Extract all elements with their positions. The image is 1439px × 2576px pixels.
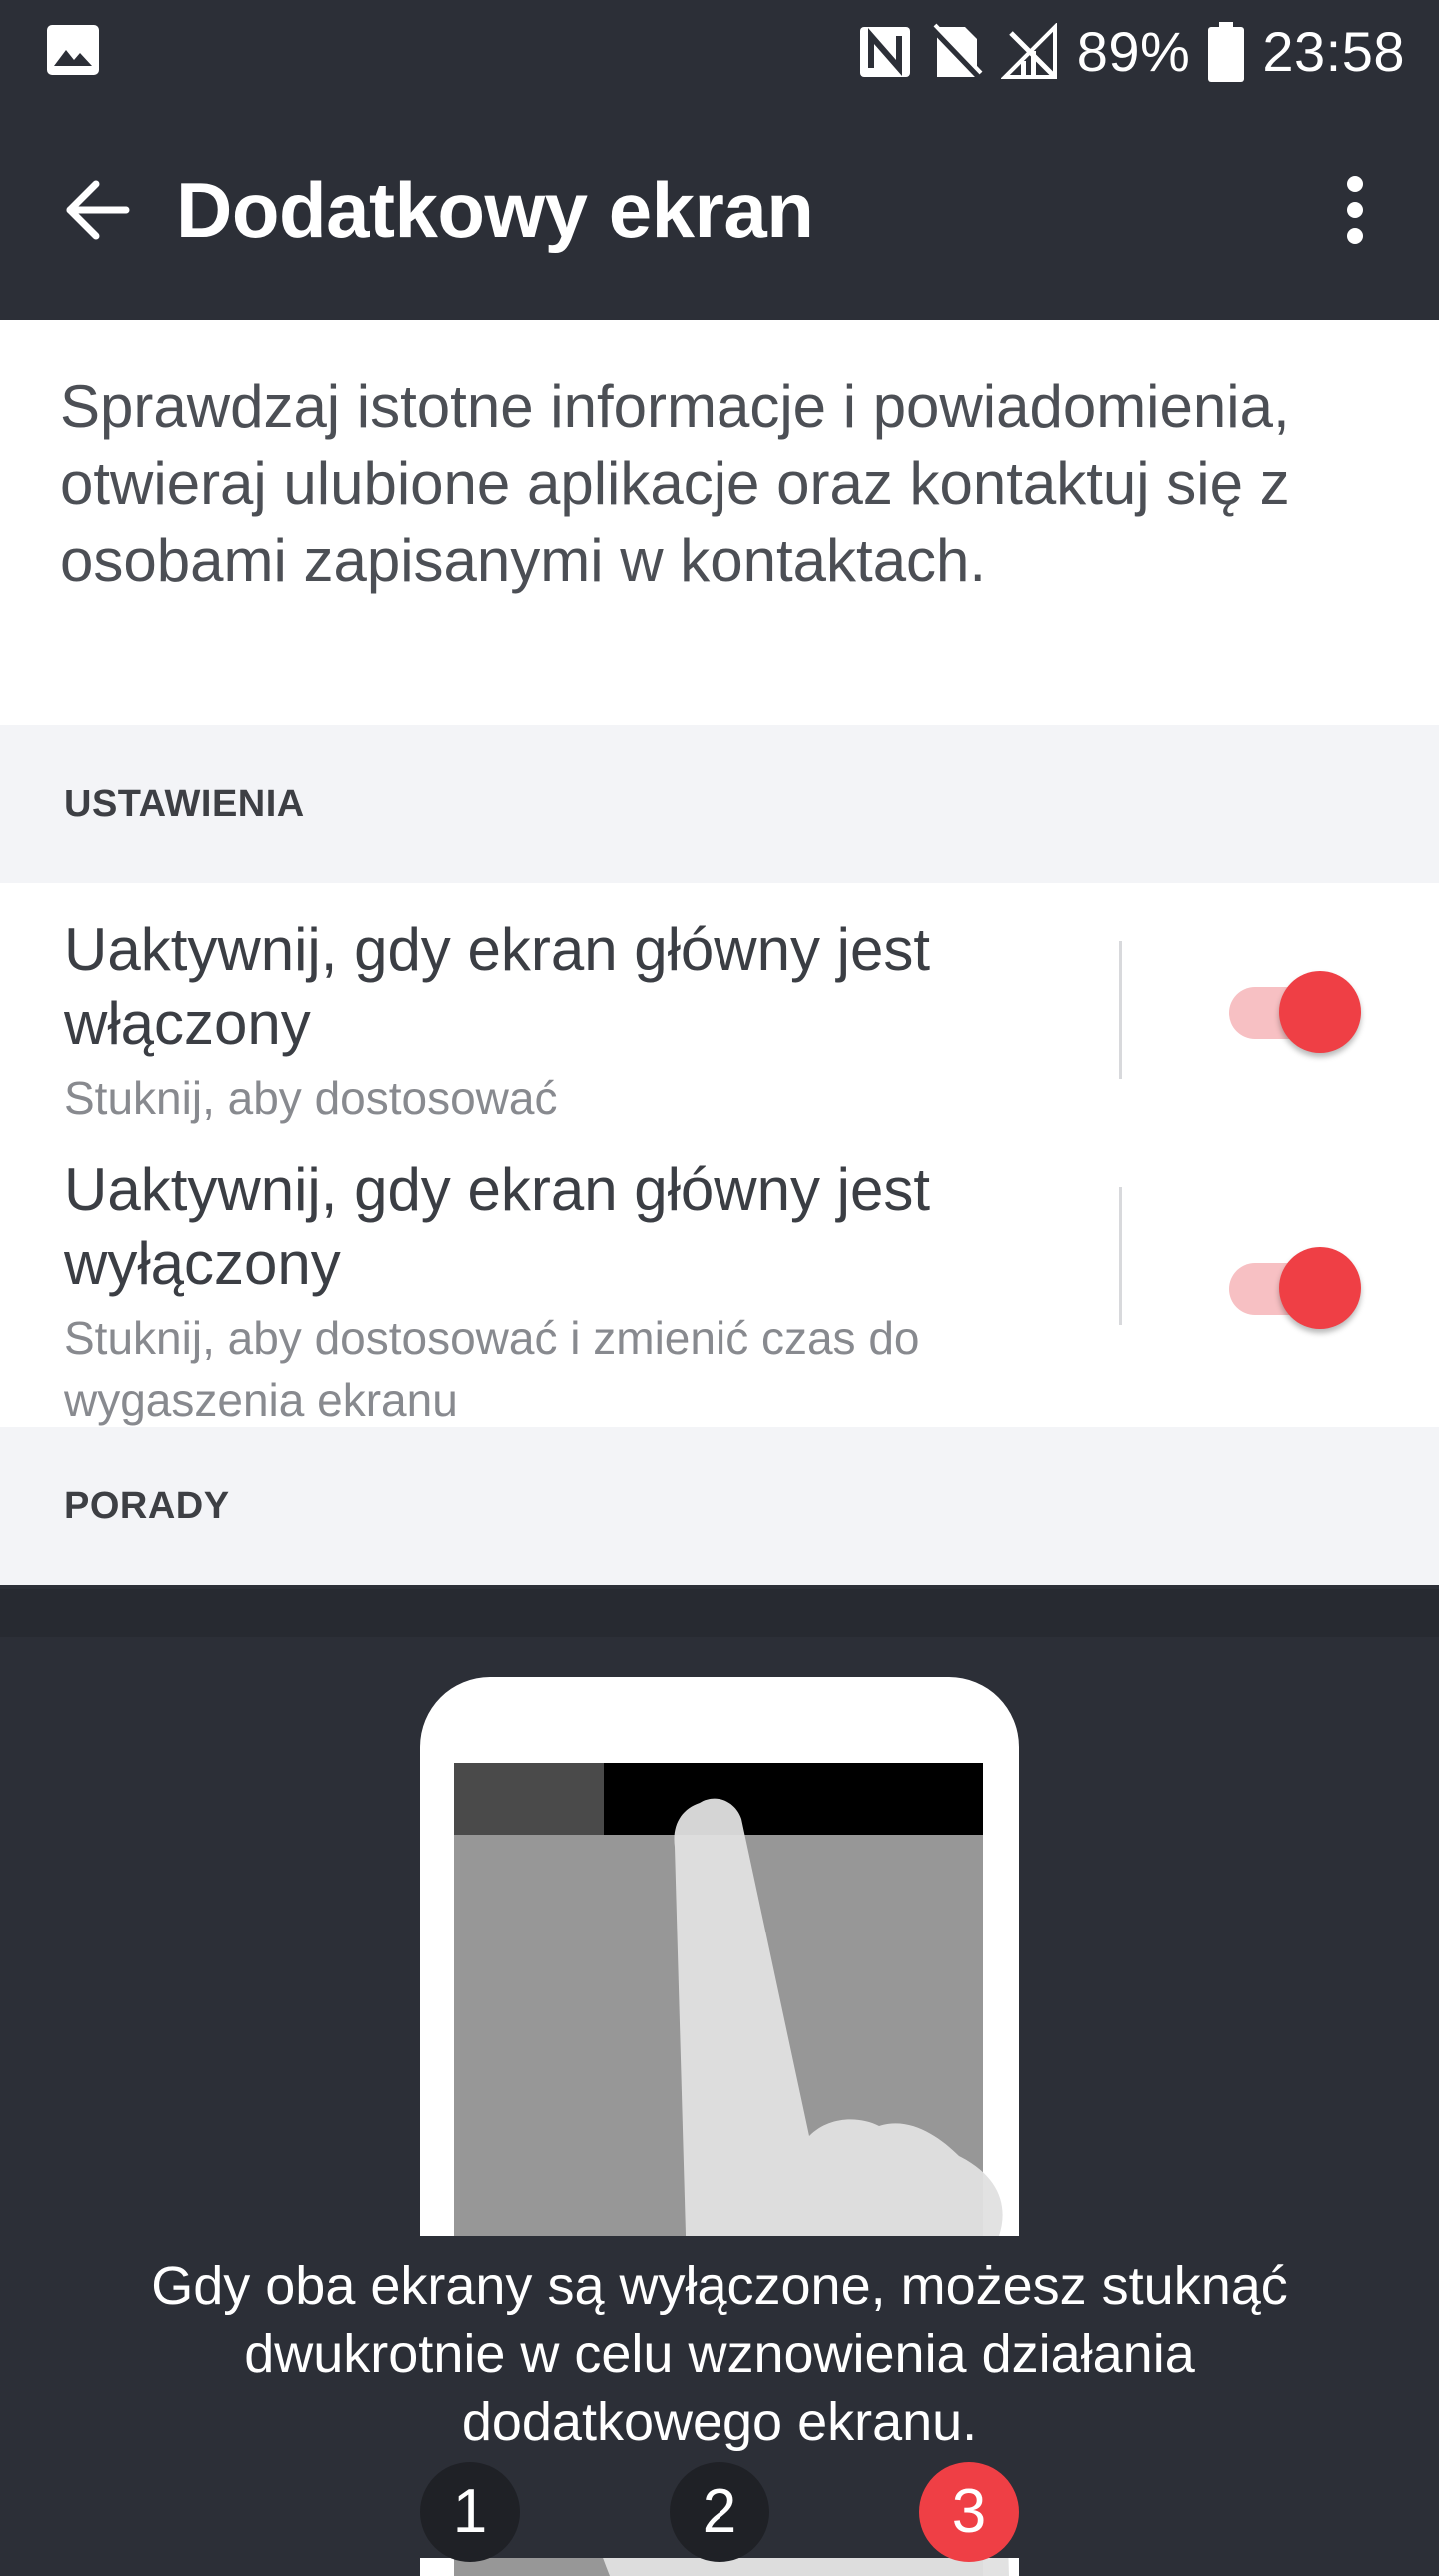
arrow-back-icon	[66, 180, 130, 240]
setting-active-when-main-screen-off[interactable]: Uaktywnij, gdy ekran główny jest wyłączo…	[0, 1127, 1439, 1427]
image-notification-icon	[46, 24, 100, 76]
battery-icon	[1208, 22, 1245, 82]
row-divider	[1119, 1187, 1122, 1325]
nfc-icon	[857, 24, 913, 80]
app-bar: Dodatkowy ekran	[0, 104, 1439, 320]
row-divider	[1119, 941, 1122, 1079]
back-button[interactable]	[48, 162, 144, 258]
setting-active-when-main-screen-on[interactable]: Uaktywnij, gdy ekran główny jest włączon…	[0, 883, 1439, 1127]
pager-dot-3[interactable]: 3	[919, 2462, 1019, 2562]
setting-title: Uaktywnij, gdy ekran główny jest włączon…	[64, 916, 931, 1057]
no-sim-icon	[930, 23, 983, 81]
settings-content: Sprawdzaj istotne informacje i powiadomi…	[0, 320, 1439, 1585]
setting-title: Uaktywnij, gdy ekran główny jest wyłączo…	[64, 1156, 931, 1297]
toggle-switch-screen-off[interactable]	[1229, 1237, 1361, 1337]
clock: 23:58	[1262, 20, 1405, 83]
pager-dot-1[interactable]: 1	[420, 2462, 520, 2562]
status-icons: 89% 23:58	[857, 18, 1405, 86]
toggle-thumb	[1279, 1247, 1361, 1329]
feature-description: Sprawdzaj istotne informacje i powiadomi…	[60, 373, 1290, 594]
tips-top-shade	[0, 1589, 1439, 1637]
section-header-settings: USTAWIENIA	[0, 725, 1439, 883]
page-title: Dodatkowy ekran	[176, 166, 814, 254]
signal-off-icon	[1000, 23, 1059, 81]
setting-subtitle: Stuknij, aby dostosować	[64, 1072, 558, 1124]
setting-subtitle: Stuknij, aby dostosować i zmienić czas d…	[64, 1312, 920, 1426]
toggle-thumb	[1279, 971, 1361, 1053]
tip-caption-panel: Gdy oba ekrany są wyłączone, możesz stuk…	[0, 2236, 1439, 2562]
tip-pager: 1 2 3	[0, 2462, 1439, 2562]
tip-text: Gdy oba ekrany są wyłączone, możesz stuk…	[151, 2256, 1288, 2452]
section-header-tips: PORADY	[0, 1427, 1439, 1585]
pager-dot-2[interactable]: 2	[670, 2462, 769, 2562]
battery-percent: 89%	[1076, 20, 1191, 83]
status-bar: 89% 23:58	[0, 0, 1439, 104]
toggle-switch-screen-on[interactable]	[1229, 961, 1361, 1061]
overflow-menu-button[interactable]	[1307, 162, 1403, 258]
more-vert-icon	[1347, 176, 1363, 244]
